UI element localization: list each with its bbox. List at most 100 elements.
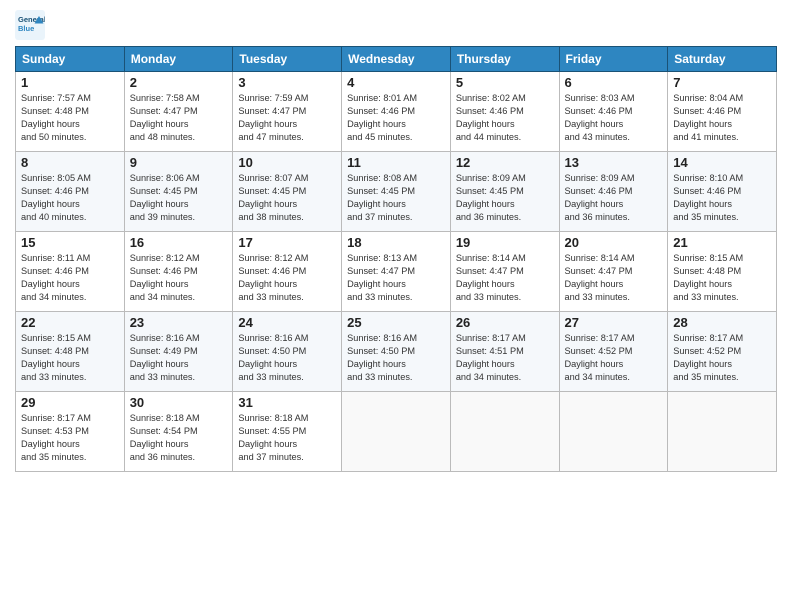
day-info: Sunrise: 8:09 AM Sunset: 4:45 PM Dayligh… [456,172,554,224]
calendar-cell [668,392,777,472]
calendar-cell: 31 Sunrise: 8:18 AM Sunset: 4:55 PM Dayl… [233,392,342,472]
day-number: 15 [21,235,119,250]
day-info: Sunrise: 8:06 AM Sunset: 4:45 PM Dayligh… [130,172,228,224]
day-info: Sunrise: 8:02 AM Sunset: 4:46 PM Dayligh… [456,92,554,144]
day-info: Sunrise: 8:17 AM Sunset: 4:51 PM Dayligh… [456,332,554,384]
day-info: Sunrise: 8:12 AM Sunset: 4:46 PM Dayligh… [238,252,336,304]
calendar-cell: 19 Sunrise: 8:14 AM Sunset: 4:47 PM Dayl… [450,232,559,312]
calendar-week-row: 8 Sunrise: 8:05 AM Sunset: 4:46 PM Dayli… [16,152,777,232]
day-number: 7 [673,75,771,90]
calendar-cell: 20 Sunrise: 8:14 AM Sunset: 4:47 PM Dayl… [559,232,668,312]
day-info: Sunrise: 8:13 AM Sunset: 4:47 PM Dayligh… [347,252,445,304]
day-info: Sunrise: 8:17 AM Sunset: 4:52 PM Dayligh… [565,332,663,384]
day-info: Sunrise: 8:17 AM Sunset: 4:52 PM Dayligh… [673,332,771,384]
day-number: 9 [130,155,228,170]
day-number: 11 [347,155,445,170]
day-number: 1 [21,75,119,90]
calendar-cell: 4 Sunrise: 8:01 AM Sunset: 4:46 PM Dayli… [342,72,451,152]
day-info: Sunrise: 8:17 AM Sunset: 4:53 PM Dayligh… [21,412,119,464]
day-info: Sunrise: 8:04 AM Sunset: 4:46 PM Dayligh… [673,92,771,144]
calendar-cell: 17 Sunrise: 8:12 AM Sunset: 4:46 PM Dayl… [233,232,342,312]
calendar-cell: 5 Sunrise: 8:02 AM Sunset: 4:46 PM Dayli… [450,72,559,152]
weekday-header-thursday: Thursday [450,47,559,72]
calendar-cell: 10 Sunrise: 8:07 AM Sunset: 4:45 PM Dayl… [233,152,342,232]
calendar-cell: 2 Sunrise: 7:58 AM Sunset: 4:47 PM Dayli… [124,72,233,152]
calendar-cell: 15 Sunrise: 8:11 AM Sunset: 4:46 PM Dayl… [16,232,125,312]
day-number: 8 [21,155,119,170]
day-number: 14 [673,155,771,170]
day-number: 19 [456,235,554,250]
day-number: 27 [565,315,663,330]
calendar-cell: 23 Sunrise: 8:16 AM Sunset: 4:49 PM Dayl… [124,312,233,392]
day-info: Sunrise: 8:07 AM Sunset: 4:45 PM Dayligh… [238,172,336,224]
day-number: 18 [347,235,445,250]
day-info: Sunrise: 8:16 AM Sunset: 4:50 PM Dayligh… [238,332,336,384]
weekday-header-row: SundayMondayTuesdayWednesdayThursdayFrid… [16,47,777,72]
calendar-cell: 24 Sunrise: 8:16 AM Sunset: 4:50 PM Dayl… [233,312,342,392]
day-number: 13 [565,155,663,170]
weekday-header-tuesday: Tuesday [233,47,342,72]
day-number: 28 [673,315,771,330]
day-info: Sunrise: 8:01 AM Sunset: 4:46 PM Dayligh… [347,92,445,144]
calendar-cell: 13 Sunrise: 8:09 AM Sunset: 4:46 PM Dayl… [559,152,668,232]
calendar-cell: 26 Sunrise: 8:17 AM Sunset: 4:51 PM Dayl… [450,312,559,392]
calendar-cell [342,392,451,472]
calendar-cell: 8 Sunrise: 8:05 AM Sunset: 4:46 PM Dayli… [16,152,125,232]
day-number: 21 [673,235,771,250]
day-number: 2 [130,75,228,90]
day-number: 29 [21,395,119,410]
calendar-cell [450,392,559,472]
calendar-cell: 3 Sunrise: 7:59 AM Sunset: 4:47 PM Dayli… [233,72,342,152]
day-info: Sunrise: 8:14 AM Sunset: 4:47 PM Dayligh… [456,252,554,304]
logo-area: General Blue [15,10,49,40]
day-info: Sunrise: 8:10 AM Sunset: 4:46 PM Dayligh… [673,172,771,224]
day-info: Sunrise: 8:09 AM Sunset: 4:46 PM Dayligh… [565,172,663,224]
day-number: 16 [130,235,228,250]
page: General Blue SundayMondayTuesdayWednesda… [0,0,792,612]
calendar-cell: 11 Sunrise: 8:08 AM Sunset: 4:45 PM Dayl… [342,152,451,232]
logo-icon: General Blue [15,10,45,40]
weekday-header-monday: Monday [124,47,233,72]
day-number: 6 [565,75,663,90]
calendar-cell: 9 Sunrise: 8:06 AM Sunset: 4:45 PM Dayli… [124,152,233,232]
day-info: Sunrise: 8:18 AM Sunset: 4:55 PM Dayligh… [238,412,336,464]
calendar-cell: 30 Sunrise: 8:18 AM Sunset: 4:54 PM Dayl… [124,392,233,472]
day-number: 25 [347,315,445,330]
day-info: Sunrise: 8:18 AM Sunset: 4:54 PM Dayligh… [130,412,228,464]
calendar-cell: 22 Sunrise: 8:15 AM Sunset: 4:48 PM Dayl… [16,312,125,392]
weekday-header-wednesday: Wednesday [342,47,451,72]
day-info: Sunrise: 8:16 AM Sunset: 4:49 PM Dayligh… [130,332,228,384]
day-info: Sunrise: 8:12 AM Sunset: 4:46 PM Dayligh… [130,252,228,304]
day-info: Sunrise: 7:58 AM Sunset: 4:47 PM Dayligh… [130,92,228,144]
day-number: 5 [456,75,554,90]
day-number: 30 [130,395,228,410]
header: General Blue [15,10,777,40]
calendar-cell: 21 Sunrise: 8:15 AM Sunset: 4:48 PM Dayl… [668,232,777,312]
calendar-week-row: 1 Sunrise: 7:57 AM Sunset: 4:48 PM Dayli… [16,72,777,152]
day-info: Sunrise: 8:05 AM Sunset: 4:46 PM Dayligh… [21,172,119,224]
day-number: 24 [238,315,336,330]
day-info: Sunrise: 8:08 AM Sunset: 4:45 PM Dayligh… [347,172,445,224]
day-number: 31 [238,395,336,410]
day-number: 23 [130,315,228,330]
day-number: 20 [565,235,663,250]
calendar-week-row: 22 Sunrise: 8:15 AM Sunset: 4:48 PM Dayl… [16,312,777,392]
day-number: 10 [238,155,336,170]
day-info: Sunrise: 8:15 AM Sunset: 4:48 PM Dayligh… [21,332,119,384]
calendar-cell: 14 Sunrise: 8:10 AM Sunset: 4:46 PM Dayl… [668,152,777,232]
day-number: 17 [238,235,336,250]
calendar-week-row: 15 Sunrise: 8:11 AM Sunset: 4:46 PM Dayl… [16,232,777,312]
calendar-cell: 29 Sunrise: 8:17 AM Sunset: 4:53 PM Dayl… [16,392,125,472]
day-number: 26 [456,315,554,330]
day-number: 12 [456,155,554,170]
svg-text:Blue: Blue [18,24,34,33]
day-info: Sunrise: 8:16 AM Sunset: 4:50 PM Dayligh… [347,332,445,384]
day-info: Sunrise: 8:14 AM Sunset: 4:47 PM Dayligh… [565,252,663,304]
calendar-cell: 16 Sunrise: 8:12 AM Sunset: 4:46 PM Dayl… [124,232,233,312]
calendar-week-row: 29 Sunrise: 8:17 AM Sunset: 4:53 PM Dayl… [16,392,777,472]
weekday-header-friday: Friday [559,47,668,72]
calendar-cell [559,392,668,472]
calendar-cell: 7 Sunrise: 8:04 AM Sunset: 4:46 PM Dayli… [668,72,777,152]
calendar-table: SundayMondayTuesdayWednesdayThursdayFrid… [15,46,777,472]
calendar-cell: 27 Sunrise: 8:17 AM Sunset: 4:52 PM Dayl… [559,312,668,392]
